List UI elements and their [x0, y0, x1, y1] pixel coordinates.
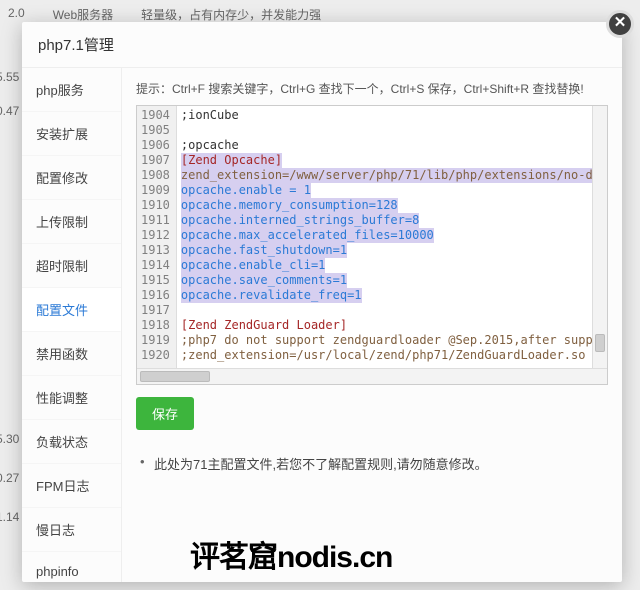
- code-line[interactable]: opcache.revalidate_freq=1: [181, 288, 603, 303]
- config-editor[interactable]: 1904190519061907190819091910191119121913…: [136, 105, 608, 385]
- sidebar-tab-5[interactable]: 配置文件: [22, 288, 122, 332]
- code-line[interactable]: [Zend Opcache]: [181, 153, 603, 168]
- config-warning-note: 此处为71主配置文件,若您不了解配置规则,请勿随意修改。: [136, 454, 608, 473]
- code-line[interactable]: [Zend ZendGuard Loader]: [181, 318, 603, 333]
- code-line[interactable]: ;php7 do not support zendguardloader @Se…: [181, 333, 603, 348]
- code-line[interactable]: ;ionCube: [181, 108, 603, 123]
- code-line[interactable]: ;zend_extension=/usr/local/zend/php71/Ze…: [181, 348, 603, 363]
- sidebar: php服务安装扩展配置修改上传限制超时限制配置文件禁用函数性能调整负载状态FPM…: [22, 68, 122, 582]
- sidebar-tab-10[interactable]: 慢日志: [22, 508, 121, 552]
- code-line[interactable]: opcache.save_comments=1: [181, 273, 603, 288]
- code-line[interactable]: opcache.enable = 1: [181, 183, 603, 198]
- code-line[interactable]: [181, 303, 603, 318]
- sidebar-tab-2[interactable]: 配置修改: [22, 156, 121, 200]
- sidebar-tab-6[interactable]: 禁用函数: [22, 332, 121, 376]
- sidebar-tab-11[interactable]: phpinfo: [22, 552, 121, 582]
- sidebar-tab-1[interactable]: 安装扩展: [22, 112, 121, 156]
- code-area[interactable]: ;ionCube ;opcache[Zend Opcache]zend_exte…: [177, 106, 607, 368]
- code-line[interactable]: zend_extension=/www/server/php/71/lib/ph…: [181, 168, 603, 183]
- sidebar-tab-8[interactable]: 负载状态: [22, 420, 121, 464]
- code-line[interactable]: opcache.interned_strings_buffer=8: [181, 213, 603, 228]
- code-line[interactable]: opcache.max_accelerated_files=10000: [181, 228, 603, 243]
- code-line[interactable]: ;opcache: [181, 138, 603, 153]
- bg-cell: 2.0: [8, 6, 25, 23]
- watermark-text: 评茗窟nodis.cn: [190, 532, 392, 576]
- code-line[interactable]: [181, 123, 603, 138]
- bg-cell: 轻量级，占有内存少，并发能力强: [141, 6, 321, 23]
- shortcut-hint: 提示：Ctrl+F 搜索关键字，Ctrl+G 查找下一个，Ctrl+S 保存，C…: [136, 80, 608, 97]
- vertical-scrollbar[interactable]: [592, 106, 607, 368]
- sidebar-tab-3[interactable]: 上传限制: [22, 200, 121, 244]
- hscroll-thumb[interactable]: [140, 371, 210, 382]
- code-line[interactable]: opcache.memory_consumption=128: [181, 198, 603, 213]
- close-icon[interactable]: ✕: [606, 10, 634, 38]
- vscroll-thumb[interactable]: [595, 334, 605, 352]
- php-manage-modal: ✕ php7.1管理 php服务安装扩展配置修改上传限制超时限制配置文件禁用函数…: [22, 22, 622, 582]
- sidebar-tab-4[interactable]: 超时限制: [22, 244, 121, 288]
- bg-cell: Web服务器: [53, 6, 113, 23]
- save-button[interactable]: 保存: [136, 397, 194, 430]
- code-line[interactable]: opcache.fast_shutdown=1: [181, 243, 603, 258]
- code-line[interactable]: opcache.enable_cli=1: [181, 258, 603, 273]
- line-gutter: 1904190519061907190819091910191119121913…: [137, 106, 177, 368]
- modal-title: php7.1管理: [22, 22, 622, 68]
- sidebar-tab-9[interactable]: FPM日志: [22, 464, 121, 508]
- horizontal-scrollbar[interactable]: [137, 368, 607, 384]
- content-pane: 提示：Ctrl+F 搜索关键字，Ctrl+G 查找下一个，Ctrl+S 保存，C…: [122, 68, 622, 582]
- sidebar-tab-7[interactable]: 性能调整: [22, 376, 121, 420]
- sidebar-tab-0[interactable]: php服务: [22, 68, 121, 112]
